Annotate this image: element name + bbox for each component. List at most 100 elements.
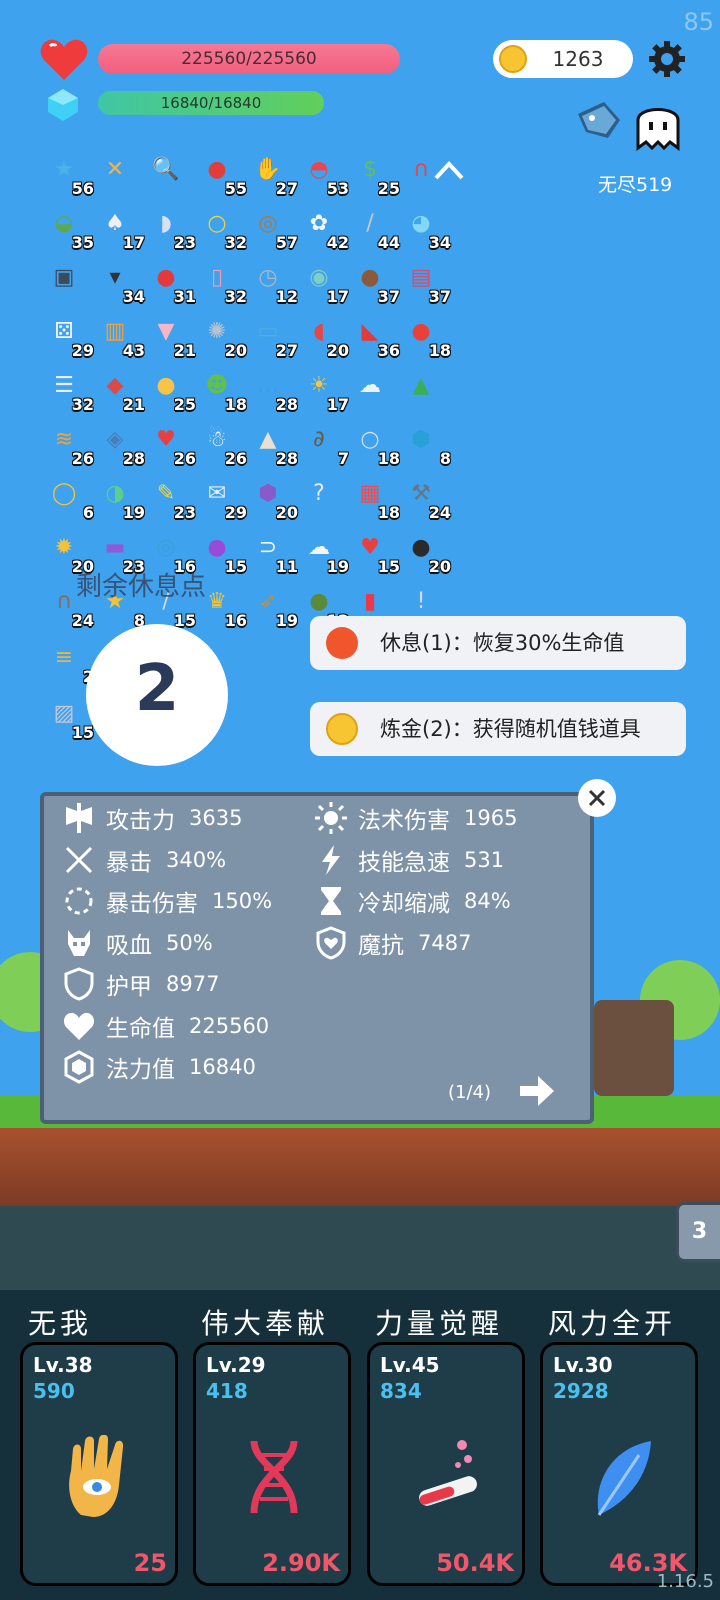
heart-icon bbox=[62, 1009, 96, 1043]
inventory-item[interactable]: ● 37 bbox=[352, 260, 400, 306]
inventory-item[interactable]: ◉ 17 bbox=[301, 260, 349, 306]
heart-icon bbox=[40, 39, 88, 80]
inventory-item[interactable]: ✋ 27 bbox=[250, 152, 298, 198]
inventory-item[interactable]: ▼ 21 bbox=[148, 314, 196, 360]
stat-value: 1965 bbox=[464, 806, 518, 830]
inventory-item[interactable]: ● 31 bbox=[148, 260, 196, 306]
inventory-item[interactable]: ☻ 18 bbox=[199, 368, 247, 414]
arrow-right-icon[interactable] bbox=[518, 1072, 556, 1110]
feather-icon bbox=[597, 1441, 651, 1516]
inventory-item[interactable]: ▥ 43 bbox=[97, 314, 145, 360]
item-count: 34 bbox=[122, 287, 145, 306]
skill-card[interactable]: Lv.38 590 25 bbox=[20, 1342, 178, 1586]
inventory-item[interactable]: ♠ 17 bbox=[97, 206, 145, 252]
inventory-item[interactable]: 🔍 bbox=[148, 152, 192, 196]
inventory-item[interactable]: ♥ 15 bbox=[352, 530, 400, 576]
inventory-item[interactable]: ◆ 21 bbox=[97, 368, 145, 414]
inventory-item[interactable]: ● 20 bbox=[403, 530, 451, 576]
inventory-item[interactable]: ◕ 34 bbox=[403, 206, 451, 252]
inventory-item[interactable]: ⬢ 8 bbox=[403, 422, 451, 468]
fish-icon[interactable] bbox=[574, 98, 626, 150]
item-count: 56 bbox=[71, 179, 94, 198]
mp-bar: 16840/16840 bbox=[98, 91, 324, 115]
version-label: 1.16.5 bbox=[656, 1571, 714, 1592]
inventory-item[interactable]: ✉ 29 bbox=[199, 476, 247, 522]
ghost-icon[interactable] bbox=[632, 100, 684, 152]
inventory-item[interactable]: ⬢ 20 bbox=[250, 476, 298, 522]
stat-value: 7487 bbox=[418, 930, 472, 955]
inventory-item[interactable]: ○ 18 bbox=[352, 422, 400, 468]
inventory-item[interactable]: ◣ 36 bbox=[352, 314, 400, 360]
inventory-item[interactable]: ◖ 20 bbox=[301, 314, 349, 360]
inventory-item[interactable]: ☁ 19 bbox=[301, 530, 349, 576]
stat-value: 150% bbox=[212, 889, 273, 913]
side-tab[interactable]: 3 bbox=[676, 1202, 720, 1262]
shield-icon bbox=[62, 967, 96, 1001]
inventory-item[interactable]: ∂ 7 bbox=[301, 422, 349, 468]
stat-row: 法力值 16840 bbox=[62, 1047, 256, 1087]
inventory-item[interactable]: ● 25 bbox=[148, 368, 196, 414]
item-count: 28 bbox=[275, 395, 298, 414]
stat-row: 吸血 50% bbox=[62, 923, 213, 963]
skill-card[interactable]: Lv.30 2928 46.3K bbox=[540, 1342, 698, 1586]
stat-row: 技能急速 531 bbox=[314, 840, 504, 880]
item-count: 18 bbox=[377, 503, 400, 522]
inventory-item[interactable]: ⚄ 29 bbox=[46, 314, 94, 360]
rest-option-button[interactable]: 休息(1)：恢复30%生命值 bbox=[310, 616, 686, 670]
inventory-item[interactable]: ▨ 15 bbox=[46, 696, 94, 742]
item-count: 21 bbox=[173, 341, 196, 360]
item-icon: ☁ bbox=[359, 373, 381, 398]
inventory-item[interactable]: ⚒ 24 bbox=[403, 476, 451, 522]
inventory-item[interactable]: ◒ 35 bbox=[46, 206, 94, 252]
inventory-item[interactable]: ◎ 57 bbox=[250, 206, 298, 252]
item-count: 23 bbox=[173, 503, 196, 522]
inventory-item[interactable]: ◷ 12 bbox=[250, 260, 298, 306]
inventory-item[interactable]: ☁ bbox=[352, 368, 396, 412]
inventory-item[interactable]: ≋ 26 bbox=[46, 422, 94, 468]
stat-name: 冷却缩减 bbox=[358, 891, 450, 917]
inventory-item[interactable]: ✿ 42 bbox=[301, 206, 349, 252]
inventory-item[interactable]: ▣ bbox=[46, 260, 90, 304]
inventory-item[interactable]: ✕ bbox=[97, 152, 141, 196]
inventory-item[interactable]: ◓ 53 bbox=[301, 152, 349, 198]
inventory-item[interactable]: ▲ bbox=[403, 368, 447, 412]
inventory-item[interactable]: ★ 56 bbox=[46, 152, 94, 198]
inventory-item[interactable]: ◈ 28 bbox=[97, 422, 145, 468]
item-count: 26 bbox=[173, 449, 196, 468]
skill-card[interactable]: Lv.29 418 2.90K bbox=[193, 1342, 351, 1586]
inventory-item[interactable]: ● 55 bbox=[199, 152, 247, 198]
inventory-item[interactable]: ♥ 26 bbox=[148, 422, 196, 468]
close-button[interactable] bbox=[578, 779, 616, 817]
inventory-item[interactable]: ▯ 32 bbox=[199, 260, 247, 306]
inventory-item[interactable]: ☃ 26 bbox=[199, 422, 247, 468]
inventory-item[interactable]: ≡2 bbox=[46, 640, 94, 686]
inventory-item[interactable]: ○ 32 bbox=[199, 206, 247, 252]
inventory-item[interactable]: /44 bbox=[352, 206, 400, 252]
inventory-item[interactable]: ➶ 19 bbox=[250, 584, 298, 630]
inventory-item[interactable]: ▾ 34 bbox=[97, 260, 145, 306]
inventory-item[interactable]: ◯ 6 bbox=[46, 476, 94, 522]
item-count: 35 bbox=[71, 233, 94, 252]
inventory-item[interactable]: … 28 bbox=[250, 368, 298, 414]
inventory-item[interactable]: ▦ 18 bbox=[352, 476, 400, 522]
inventory-item[interactable]: $25 bbox=[352, 152, 400, 198]
inventory-item[interactable]: ▤ 37 bbox=[403, 260, 451, 306]
inventory-item[interactable]: ✎ 23 bbox=[148, 476, 196, 522]
rest-points-count: 2 bbox=[134, 652, 180, 726]
item-count: 17 bbox=[326, 287, 349, 306]
chevron-up-icon[interactable] bbox=[432, 156, 466, 182]
inventory-item[interactable]: ▭ 27 bbox=[250, 314, 298, 360]
inventory-item[interactable]: ● 18 bbox=[403, 314, 451, 360]
alchemy-option-button[interactable]: 炼金(2)：获得随机值钱道具 bbox=[310, 702, 686, 756]
gear-icon[interactable] bbox=[648, 40, 686, 78]
inventory-item[interactable]: ⊃ 11 bbox=[250, 530, 298, 576]
inventory-item[interactable]: ☀ 17 bbox=[301, 368, 349, 414]
item-count: 20 bbox=[428, 557, 451, 576]
inventory-item[interactable]: ☰ 32 bbox=[46, 368, 94, 414]
inventory-item[interactable]: ◑ 19 bbox=[97, 476, 145, 522]
skill-card[interactable]: Lv.45 834 50.4K bbox=[367, 1342, 525, 1586]
inventory-item[interactable]: ? bbox=[301, 476, 345, 520]
inventory-item[interactable]: ▲ 28 bbox=[250, 422, 298, 468]
inventory-item[interactable]: ◗ 23 bbox=[148, 206, 196, 252]
inventory-item[interactable]: ✺ 20 bbox=[199, 314, 247, 360]
